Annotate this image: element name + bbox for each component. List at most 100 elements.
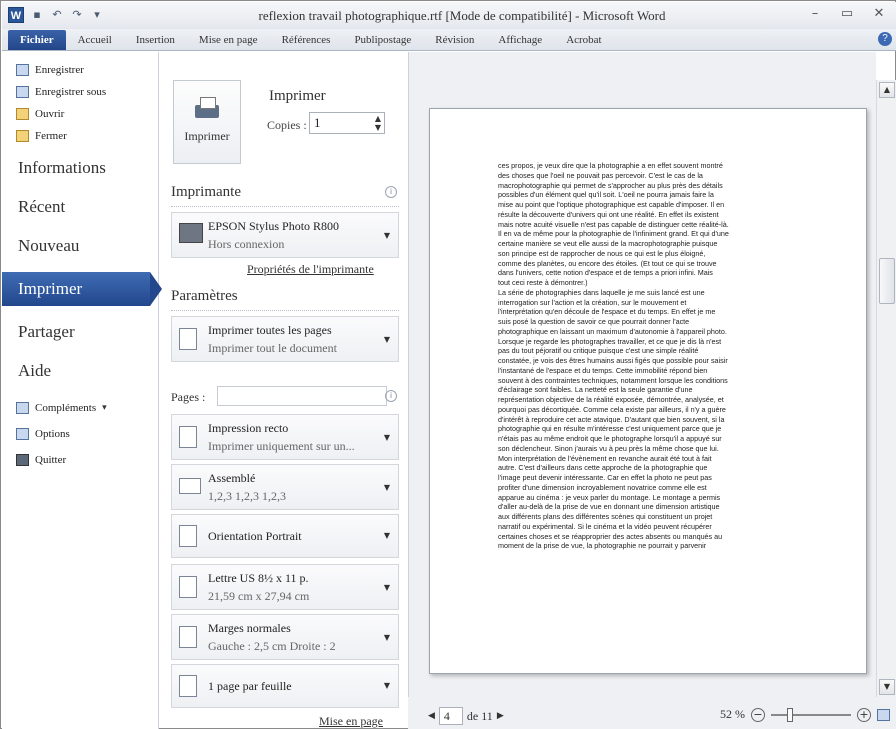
printer-dropdown[interactable]: EPSON Stylus Photo R800 Hors connexion ▼: [171, 212, 399, 258]
restore-icon[interactable]: ▭: [838, 6, 856, 22]
setting-primary: Orientation Portrait: [208, 529, 302, 543]
pages-per-sheet-dropdown[interactable]: 1 page par feuille ▼: [171, 664, 399, 708]
copies-stepper[interactable]: 1 ▲ ▼: [309, 112, 385, 134]
setting-primary: Assemblé: [208, 471, 256, 485]
tab-insertion[interactable]: Insertion: [124, 30, 187, 50]
nav-ouvrir[interactable]: Ouvrir: [16, 108, 64, 120]
nav-informations[interactable]: Informations: [18, 158, 106, 178]
paper-size-icon: [179, 576, 197, 598]
nav-quitter[interactable]: Quitter: [16, 454, 66, 466]
nav-label: Compléments: [35, 402, 97, 414]
stepper-arrows-icon[interactable]: ▲ ▼: [375, 114, 381, 132]
scroll-thumb[interactable]: [879, 258, 895, 304]
zoom-out-icon[interactable]: −: [751, 707, 765, 722]
tab-acrobat[interactable]: Acrobat: [554, 30, 613, 50]
setting-secondary: 1,2,3 1,2,3 1,2,3: [208, 489, 286, 503]
print-button[interactable]: Imprimer: [173, 80, 241, 164]
chevron-down-icon: ▼: [383, 231, 390, 240]
document-line: l'instantané de l'espace et du temps. Ce…: [498, 365, 708, 375]
minimize-icon[interactable]: –: [806, 6, 824, 22]
page-setup-link[interactable]: Mise en page: [319, 714, 383, 729]
nav-enregistrer[interactable]: Enregistrer: [16, 64, 84, 76]
nav-label: Enregistrer sous: [35, 86, 107, 98]
document-line: Lorsque je regarde les photographes trav…: [498, 336, 722, 346]
nav-recent[interactable]: Récent: [18, 197, 65, 217]
title-bar: W ▪ ↶ ↷ ▾ reflexion travail photographiq…: [2, 2, 896, 29]
zoom-in-icon[interactable]: +: [857, 707, 871, 722]
preview-scrollbar[interactable]: ▲ ▼: [876, 80, 896, 697]
tab-accueil[interactable]: Accueil: [66, 30, 124, 50]
word-window: W ▪ ↶ ↷ ▾ reflexion travail photographiq…: [0, 0, 896, 729]
nav-label: Ouvrir: [35, 108, 65, 120]
printer-header: Imprimante: [171, 184, 241, 200]
help-icon[interactable]: ?: [878, 32, 892, 46]
document-line: autre. C'est d'ailleurs dans cette appro…: [498, 463, 708, 473]
collation-dropdown[interactable]: Assemblé 1,2,3 1,2,3 1,2,3 ▼: [171, 464, 399, 510]
document-pages-icon: [179, 328, 197, 350]
zoom-to-page-icon[interactable]: [877, 708, 890, 721]
options-icon: [16, 428, 29, 440]
document-line: constatée, je vois des êtres humains aus…: [498, 356, 728, 365]
tab-fichier[interactable]: Fichier: [8, 30, 66, 50]
nav-label: Options: [35, 428, 70, 440]
tab-publipostage[interactable]: Publipostage: [342, 30, 423, 50]
chevron-down-icon: ▼: [383, 681, 390, 690]
tab-mise-en-page[interactable]: Mise en page: [187, 30, 270, 50]
document-line: mise au point que l'optique photographiq…: [498, 200, 725, 209]
one-sided-icon: [179, 426, 197, 448]
document-line: photographique en laissant un maximum d'…: [498, 326, 727, 336]
save-icon[interactable]: ▪: [30, 8, 44, 22]
chevron-down-icon: ▼: [383, 531, 390, 540]
nav-enregistrer-sous[interactable]: Enregistrer sous: [16, 86, 106, 98]
info-icon[interactable]: i: [385, 186, 397, 198]
previous-page-icon[interactable]: ◀: [428, 711, 435, 721]
chevron-down-icon: ▼: [383, 483, 390, 492]
document-line: l'image peut devenir intéressante. Car e…: [498, 473, 712, 482]
tab-affichage[interactable]: Affichage: [486, 30, 554, 50]
document-line: certaine manière se veut elle aussi de l…: [498, 239, 718, 248]
nav-label: Enregistrer: [35, 64, 84, 76]
paper-size-dropdown[interactable]: Lettre US 8½ x 11 p. 21,59 cm x 27,94 cm…: [171, 564, 399, 610]
setting-primary: 1 page par feuille: [208, 679, 292, 693]
setting-primary: Lettre US 8½ x 11 p.: [208, 571, 309, 585]
zoom-slider[interactable]: [771, 707, 851, 722]
document-line: narratif ou expérimental. Si le cinéma e…: [498, 521, 712, 531]
nav-imprimer[interactable]: Imprimer: [2, 272, 162, 306]
printer-device-icon: [179, 223, 203, 243]
tab-references[interactable]: Références: [270, 30, 343, 50]
orientation-dropdown[interactable]: Orientation Portrait ▼: [171, 514, 399, 558]
scroll-down-icon[interactable]: ▼: [879, 679, 895, 695]
print-button-label: Imprimer: [184, 129, 230, 143]
sides-dropdown[interactable]: Impression recto Imprimer uniquement sur…: [171, 414, 399, 460]
setting-secondary: 21,59 cm x 27,94 cm: [208, 589, 310, 603]
nav-nouveau[interactable]: Nouveau: [18, 236, 79, 256]
undo-icon[interactable]: ↶: [50, 8, 64, 22]
divider: [171, 310, 399, 311]
info-icon[interactable]: i: [385, 390, 397, 402]
margins-dropdown[interactable]: Marges normales Gauche : 2,5 cm Droite :…: [171, 614, 399, 660]
zoom-control: 52 % − +: [720, 707, 890, 722]
pages-input[interactable]: [217, 386, 387, 406]
word-app-icon[interactable]: W: [8, 7, 24, 23]
nav-aide[interactable]: Aide: [18, 361, 51, 381]
customize-toolbar-icon[interactable]: ▾: [90, 8, 104, 22]
nav-partager[interactable]: Partager: [18, 322, 75, 342]
zoom-slider-thumb[interactable]: [786, 707, 793, 722]
pages-range-dropdown[interactable]: Imprimer toutes les pages Imprimer tout …: [171, 316, 399, 362]
next-page-icon[interactable]: ▶: [497, 711, 504, 721]
current-page-input[interactable]: 4: [438, 707, 463, 725]
setting-primary: Imprimer toutes les pages: [208, 323, 332, 337]
document-line: comme des planètes, ou encore des étoile…: [498, 258, 717, 268]
nav-fermer[interactable]: Fermer: [16, 130, 67, 142]
scroll-up-icon[interactable]: ▲: [879, 82, 895, 98]
setting-secondary: Gauche : 2,5 cm Droite : 2: [208, 639, 336, 653]
tab-revision[interactable]: Révision: [423, 30, 486, 50]
document-line: d'intérêt à reproduire cet acte atavique…: [498, 414, 725, 424]
close-icon[interactable]: ✕: [870, 6, 888, 22]
printer-properties-link[interactable]: Propriétés de l'imprimante: [247, 262, 374, 277]
nav-complements[interactable]: Compléments ▾: [16, 402, 107, 414]
nav-options[interactable]: Options: [16, 428, 70, 440]
pages-per-sheet-icon: [179, 675, 197, 697]
redo-icon[interactable]: ↷: [70, 8, 84, 22]
save-as-icon: [16, 86, 29, 98]
